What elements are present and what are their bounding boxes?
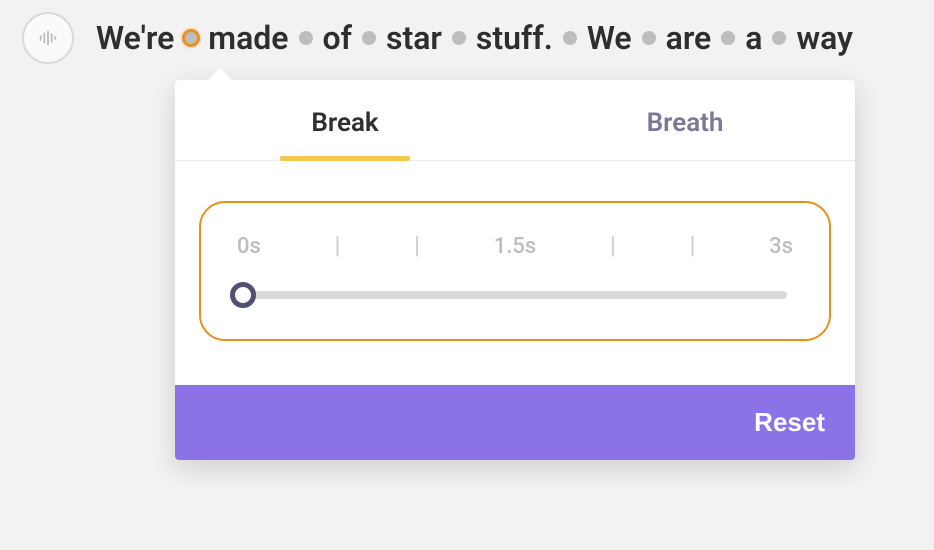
popover-tabs: Break Breath xyxy=(175,80,855,161)
pause-dot[interactable] xyxy=(362,31,376,45)
slider-area: 0s | | 1.5s | | 3s xyxy=(175,161,855,385)
reset-button[interactable]: Reset xyxy=(754,407,825,438)
word[interactable]: of xyxy=(323,19,352,57)
word[interactable]: are xyxy=(666,19,712,57)
word[interactable]: way xyxy=(796,19,852,57)
pause-dot-active[interactable] xyxy=(182,29,200,47)
pause-dot[interactable] xyxy=(772,31,786,45)
slider-thumb[interactable] xyxy=(230,282,256,308)
word[interactable]: made xyxy=(208,19,288,57)
pause-dot[interactable] xyxy=(642,31,656,45)
tick-mark: | xyxy=(610,231,616,259)
pause-dot[interactable] xyxy=(721,31,735,45)
duration-slider[interactable] xyxy=(243,291,787,299)
tick-mark: | xyxy=(334,231,340,259)
word[interactable]: We xyxy=(587,19,632,57)
tick-mark: | xyxy=(689,231,695,259)
tick-mark: | xyxy=(414,231,420,259)
word[interactable]: stuff. xyxy=(476,19,553,57)
tts-text-row: We're made of star stuff. We are a way xyxy=(22,8,934,68)
word[interactable]: We're xyxy=(96,19,174,57)
popover-footer: Reset xyxy=(175,385,855,460)
slider-tick-labels: 0s | | 1.5s | | 3s xyxy=(237,231,793,259)
tick-label: 0s xyxy=(237,234,261,259)
pause-dot[interactable] xyxy=(563,31,577,45)
tick-label: 1.5s xyxy=(494,234,536,259)
pause-dot[interactable] xyxy=(452,31,466,45)
slider-frame-highlight: 0s | | 1.5s | | 3s xyxy=(199,201,831,341)
pause-dot[interactable] xyxy=(299,31,313,45)
audio-play-icon[interactable] xyxy=(22,12,74,64)
word[interactable]: star xyxy=(386,19,442,57)
pause-popover: Break Breath 0s | | 1.5s | | 3s Reset xyxy=(175,80,855,460)
tab-breath[interactable]: Breath xyxy=(515,80,855,160)
waveform-icon xyxy=(37,27,59,49)
tab-break[interactable]: Break xyxy=(175,80,515,160)
tick-label: 3s xyxy=(769,234,793,259)
word[interactable]: a xyxy=(745,19,762,57)
